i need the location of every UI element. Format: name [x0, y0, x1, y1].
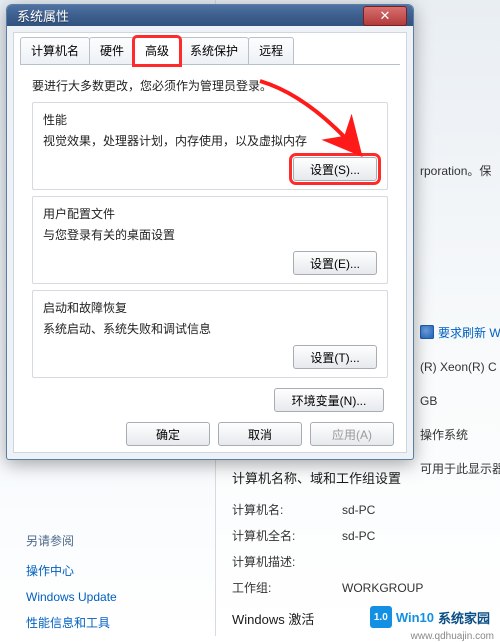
ok-button[interactable]: 确定 [126, 422, 210, 446]
group-startup-recovery: 启动和故障恢复 系统启动、系统失败和调试信息 设置(T)... [32, 290, 388, 378]
apply-button[interactable]: 应用(A) [310, 422, 394, 446]
section-heading: 计算机名称、域和工作组设置 [232, 468, 490, 487]
link-performance-info[interactable]: 性能信息和工具 [26, 610, 117, 636]
see-also-panel: 另请参阅 操作中心 Windows Update 性能信息和工具 [26, 528, 117, 636]
group-performance: 性能 视觉效果，处理器计划，内存使用，以及虚拟内存 设置(S)... [32, 102, 388, 190]
group-desc: 系统启动、系统失败和调试信息 [43, 320, 377, 337]
group-title: 启动和故障恢复 [43, 299, 377, 316]
kv-row: 计算机全名:sd-PC [232, 525, 490, 547]
dialog-client: 计算机名 硬件 高级 系统保护 远程 要进行大多数更改，您必须作为管理员登录。 … [13, 32, 407, 453]
tabstrip: 计算机名 硬件 高级 系统保护 远程 [20, 39, 400, 65]
startup-recovery-settings-button[interactable]: 设置(T)... [293, 345, 377, 369]
info-corporation: rporation。保 [420, 160, 496, 182]
tab-computer-name[interactable]: 计算机名 [20, 37, 90, 64]
tab-remote[interactable]: 远程 [248, 37, 294, 64]
watermark-brand2: 系统家园 [438, 608, 490, 627]
tab-hardware[interactable]: 硬件 [89, 37, 135, 64]
performance-settings-button[interactable]: 设置(S)... [293, 157, 377, 181]
system-info-right: rporation。保 要求刷新 W (R) Xeon(R) C GB 操作系统… [420, 160, 496, 492]
see-also-heading: 另请参阅 [26, 528, 117, 554]
group-title: 用户配置文件 [43, 205, 377, 222]
link-windows-update[interactable]: Windows Update [26, 584, 117, 610]
group-title: 性能 [43, 111, 377, 128]
info-cpu: (R) Xeon(R) C [420, 356, 496, 378]
refresh-rating-link[interactable]: 要求刷新 W [420, 326, 500, 340]
dialog-button-row: 确定 取消 应用(A) [20, 418, 400, 448]
tab-advanced[interactable]: 高级 [134, 37, 180, 65]
group-desc: 视觉效果，处理器计划，内存使用，以及虚拟内存 [43, 132, 377, 149]
tab-body-advanced: 要进行大多数更改，您必须作为管理员登录。 性能 视觉效果，处理器计划，内存使用，… [20, 65, 400, 418]
link-action-center[interactable]: 操作中心 [26, 558, 117, 584]
watermark-url: www.qdhuajin.com [411, 631, 494, 642]
cancel-button[interactable]: 取消 [218, 422, 302, 446]
dialog-title: 系统属性 [17, 6, 69, 25]
group-user-profiles: 用户配置文件 与您登录有关的桌面设置 设置(E)... [32, 196, 388, 284]
environment-variables-button[interactable]: 环境变量(N)... [274, 388, 384, 412]
kv-row: 计算机名:sd-PC [232, 499, 490, 521]
tab-system-protection[interactable]: 系统保护 [179, 37, 249, 64]
kv-row: 工作组:WORKGROUP [232, 577, 490, 599]
info-os: 操作系统 [420, 424, 496, 446]
titlebar[interactable]: 系统属性 ✕ [7, 5, 413, 26]
user-profiles-settings-button[interactable]: 设置(E)... [293, 251, 377, 275]
close-button[interactable]: ✕ [363, 6, 407, 26]
watermark-logo: 1.0 [370, 606, 392, 628]
kv-row: 计算机描述: [232, 551, 490, 573]
watermark: 1.0 Win10 系统家园 www.qdhuajin.com [366, 604, 494, 630]
system-properties-dialog: 系统属性 ✕ 计算机名 硬件 高级 系统保护 远程 要进行大多数更改，您必须作为… [6, 4, 414, 460]
shield-icon [420, 325, 434, 339]
admin-note: 要进行大多数更改，您必须作为管理员登录。 [32, 77, 388, 94]
watermark-brand1: Win10 [396, 610, 434, 625]
close-icon: ✕ [380, 9, 391, 22]
group-desc: 与您登录有关的桌面设置 [43, 226, 377, 243]
info-ram: GB [420, 390, 496, 412]
